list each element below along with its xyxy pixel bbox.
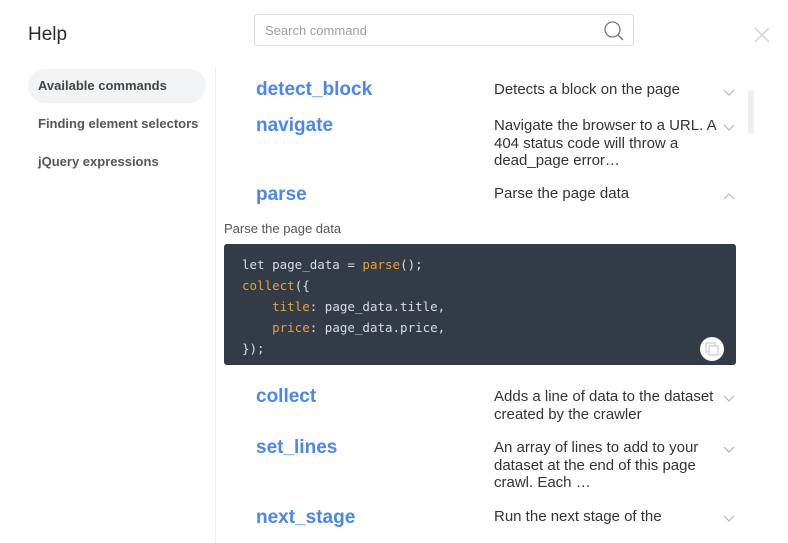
sidebar-item-available-commands[interactable]: Available commands (28, 69, 206, 103)
chevron-down-icon[interactable] (722, 120, 736, 134)
scrollbar-thumb[interactable] (748, 90, 754, 134)
copy-icon (705, 342, 719, 356)
code-block: let page_data = parse(); collect({ title… (224, 244, 736, 365)
chevron-down-icon[interactable] (722, 391, 736, 405)
chevron-up-icon[interactable] (722, 190, 736, 204)
command-name[interactable]: set_lines (256, 437, 337, 459)
sidebar-item-finding-element-selectors[interactable]: Finding element selectors (28, 107, 206, 141)
close-icon[interactable] (752, 25, 772, 45)
command-name[interactable]: collect (256, 386, 316, 408)
search-icon[interactable] (603, 20, 625, 42)
chevron-down-icon[interactable] (722, 442, 736, 456)
chevron-down-icon[interactable] (722, 511, 736, 525)
command-description: An array of lines to add to your dataset… (494, 439, 699, 491)
command-name[interactable]: parse (256, 184, 307, 206)
command-description: Parse the page data (494, 185, 630, 202)
command-description: Run the next stage of the (494, 508, 662, 525)
command-name[interactable]: navigate (256, 115, 333, 137)
command-description: Navigate the browser to a URL. A 404 sta… (494, 117, 716, 169)
command-detail: Parse the page data (224, 221, 342, 236)
command-name[interactable]: detect_block (256, 79, 372, 101)
command-description: Adds a line of data to the dataset creat… (494, 388, 714, 423)
command-name[interactable]: next_stage (256, 507, 355, 529)
search-input[interactable] (255, 15, 595, 45)
help-title: Help (28, 24, 68, 45)
chevron-down-icon[interactable] (722, 85, 736, 99)
copy-button[interactable] (700, 337, 724, 361)
command-description: Detects a block on the page (494, 81, 680, 98)
divider (215, 68, 216, 543)
sidebar-item-jquery-expressions[interactable]: jQuery expressions (28, 145, 206, 179)
search-box[interactable] (254, 14, 634, 46)
